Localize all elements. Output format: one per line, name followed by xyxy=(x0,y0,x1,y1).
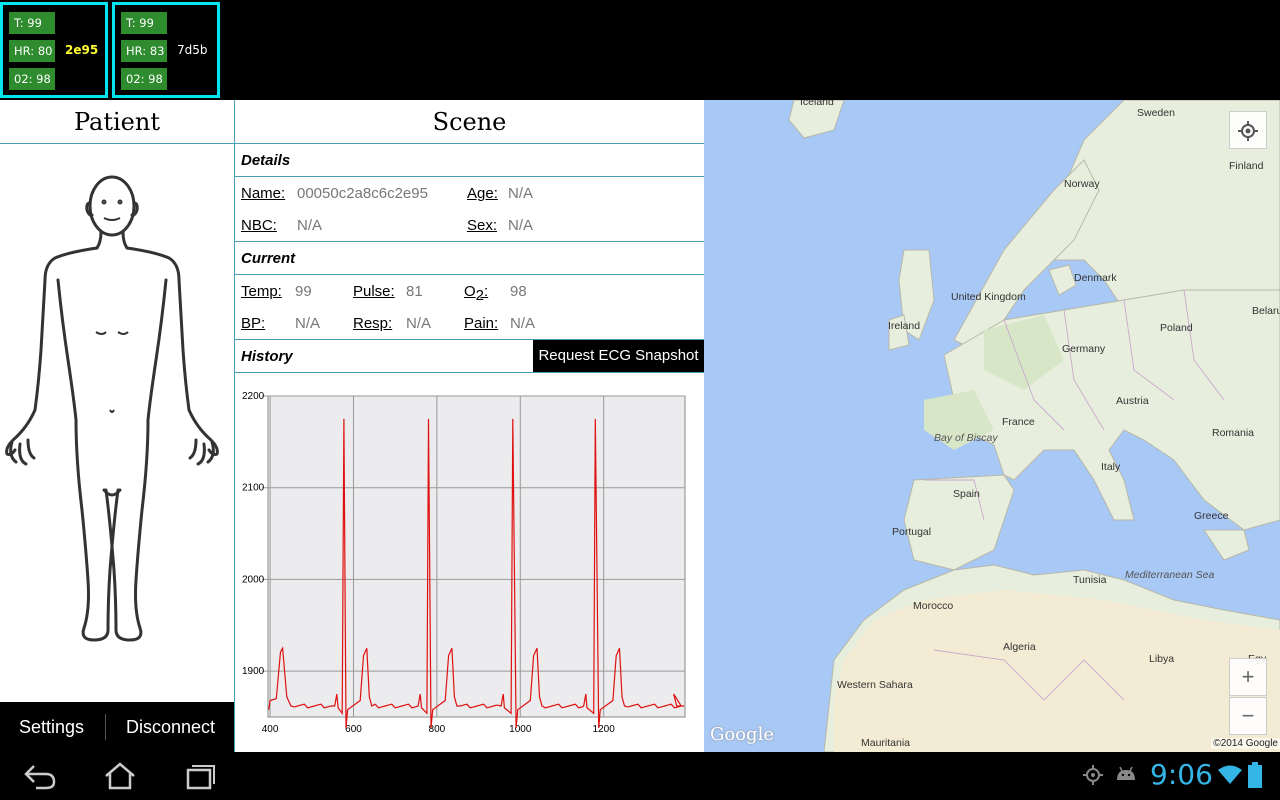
my-location-button[interactable] xyxy=(1229,111,1267,149)
map-label-greece: Greece xyxy=(1194,510,1229,522)
resp-label: Resp: xyxy=(353,315,393,332)
o2-label: O2: xyxy=(464,283,489,304)
map-label-united-kingdom: United Kingdom xyxy=(951,291,1026,303)
request-ecg-snapshot-button[interactable]: Request ECG Snapshot xyxy=(533,340,704,372)
android-debug-icon xyxy=(1117,766,1135,780)
pain-label: Pain: xyxy=(464,315,499,332)
pain-value: N/A xyxy=(510,315,536,332)
map-label-portugal: Portugal xyxy=(892,526,932,538)
map-label-mediterranean-sea: Mediterranean Sea xyxy=(1125,569,1215,581)
patient-card-7d5b[interactable]: T: 99 HR: 83 02: 98 7d5b xyxy=(112,2,220,98)
settings-button[interactable]: Settings xyxy=(19,702,84,752)
current-heading: Current xyxy=(235,242,705,275)
sex-value: N/A xyxy=(508,217,534,234)
crosshair-icon xyxy=(1238,121,1258,141)
name-label: Name: xyxy=(241,185,286,202)
heart-rate-pill: HR: 83 xyxy=(121,40,167,62)
y-tick-label: 2100 xyxy=(242,483,265,494)
details-heading: Details xyxy=(235,144,705,177)
gps-icon xyxy=(1083,765,1103,785)
map-label-sweden: Sweden xyxy=(1137,107,1175,119)
map-label-ireland: Ireland xyxy=(888,320,921,332)
y-tick-label: 1900 xyxy=(242,666,265,677)
patient-id: 2e95 xyxy=(65,43,99,57)
system-navigation-bar: 9:06 xyxy=(0,752,1280,800)
scene-title: Scene xyxy=(235,100,704,144)
x-tick-label: 1200 xyxy=(593,724,616,735)
oxygen-pill: 02: 98 xyxy=(121,68,167,90)
bottom-action-bar: Settings Disconnect xyxy=(0,702,234,752)
map-label-germany: Germany xyxy=(1062,343,1106,355)
map-label-libya: Libya xyxy=(1149,653,1175,665)
y-tick-label: 2200 xyxy=(242,391,265,402)
patient-cards-bar: T: 99 HR: 80 02: 98 2e95 T: 99 HR: 83 02… xyxy=(0,0,1280,100)
disconnect-button[interactable]: Disconnect xyxy=(126,702,215,752)
temp-pill: T: 99 xyxy=(9,12,55,34)
back-icon[interactable] xyxy=(20,760,60,792)
patient-card-2e95[interactable]: T: 99 HR: 80 02: 98 2e95 xyxy=(0,2,108,98)
temp-pill: T: 99 xyxy=(121,12,167,34)
map-label-tunisia: Tunisia xyxy=(1073,574,1107,586)
ecg-history-chart: 400 600 800 1000 12001900200021002200 xyxy=(242,391,686,735)
age-label: Age: xyxy=(467,185,498,202)
wifi-icon xyxy=(1218,765,1242,784)
map-label-austria: Austria xyxy=(1116,395,1149,407)
zoom-out-button[interactable]: − xyxy=(1229,697,1267,735)
map-label-italy: Italy xyxy=(1101,461,1121,473)
temp-value: 99 xyxy=(295,283,312,300)
bp-label: BP: xyxy=(241,315,266,332)
map-label-iceland: Iceland xyxy=(800,100,834,108)
patient-panel: Patient xyxy=(0,100,234,702)
x-tick-label: 400 xyxy=(262,724,279,735)
map-label-denmark: Denmark xyxy=(1074,272,1117,284)
o2-value: 98 xyxy=(510,283,527,300)
home-icon[interactable] xyxy=(100,760,140,792)
bp-value: N/A xyxy=(295,315,321,332)
pulse-label: Pulse: xyxy=(353,283,395,300)
map-label-algeria: Algeria xyxy=(1003,641,1036,653)
sex-label: Sex: xyxy=(467,217,498,234)
body-outline-figure[interactable] xyxy=(0,170,234,676)
patient-id: 7d5b xyxy=(177,43,208,57)
x-tick-label: 1000 xyxy=(509,724,532,735)
y-tick-label: 2000 xyxy=(242,574,265,585)
status-clock: 9:06 xyxy=(1150,758,1213,791)
resp-value: N/A xyxy=(406,315,432,332)
map-label-poland: Poland xyxy=(1160,322,1193,334)
map-label-western-sahara: Western Sahara xyxy=(837,679,913,691)
recent-apps-icon[interactable] xyxy=(180,760,220,792)
pulse-value: 81 xyxy=(406,283,423,300)
map-label-norway: Norway xyxy=(1064,178,1100,190)
map-land xyxy=(788,100,1280,752)
map-label-belarus: Belarus xyxy=(1252,305,1280,317)
x-tick-label: 600 xyxy=(345,724,362,735)
age-value: N/A xyxy=(508,185,534,202)
map-view[interactable]: Iceland Sweden Finland Norway Denmark United … xyxy=(704,100,1280,752)
map-label-mauritania: Mauritania xyxy=(861,737,911,749)
oxygen-pill: 02: 98 xyxy=(9,68,55,90)
google-logo: Google xyxy=(710,724,774,745)
map-label-morocco: Morocco xyxy=(913,600,954,612)
map-label-spain: Spain xyxy=(953,488,980,500)
map-label-finland: Finland xyxy=(1229,160,1264,172)
zoom-in-button[interactable]: + xyxy=(1229,658,1267,696)
scene-panel: Scene Details Name: 00050c2a8c6c2e95 Age… xyxy=(234,100,705,752)
map-label-romania: Romania xyxy=(1212,427,1255,439)
temp-label: Temp: xyxy=(241,283,282,300)
map-attribution: ©2014 Google xyxy=(1211,738,1280,749)
heart-rate-pill: HR: 80 xyxy=(9,40,55,62)
patient-panel-title: Patient xyxy=(0,100,234,144)
nbc-value: N/A xyxy=(297,217,323,234)
plot-area xyxy=(267,395,686,718)
name-value: 00050c2a8c6c2e95 xyxy=(297,185,428,202)
battery-icon xyxy=(1248,762,1262,788)
map-label-france: France xyxy=(1002,416,1035,428)
nbc-label: NBC: xyxy=(241,217,277,234)
map-label-bay-of-biscay: Bay of Biscay xyxy=(934,432,998,444)
divider xyxy=(105,714,106,740)
